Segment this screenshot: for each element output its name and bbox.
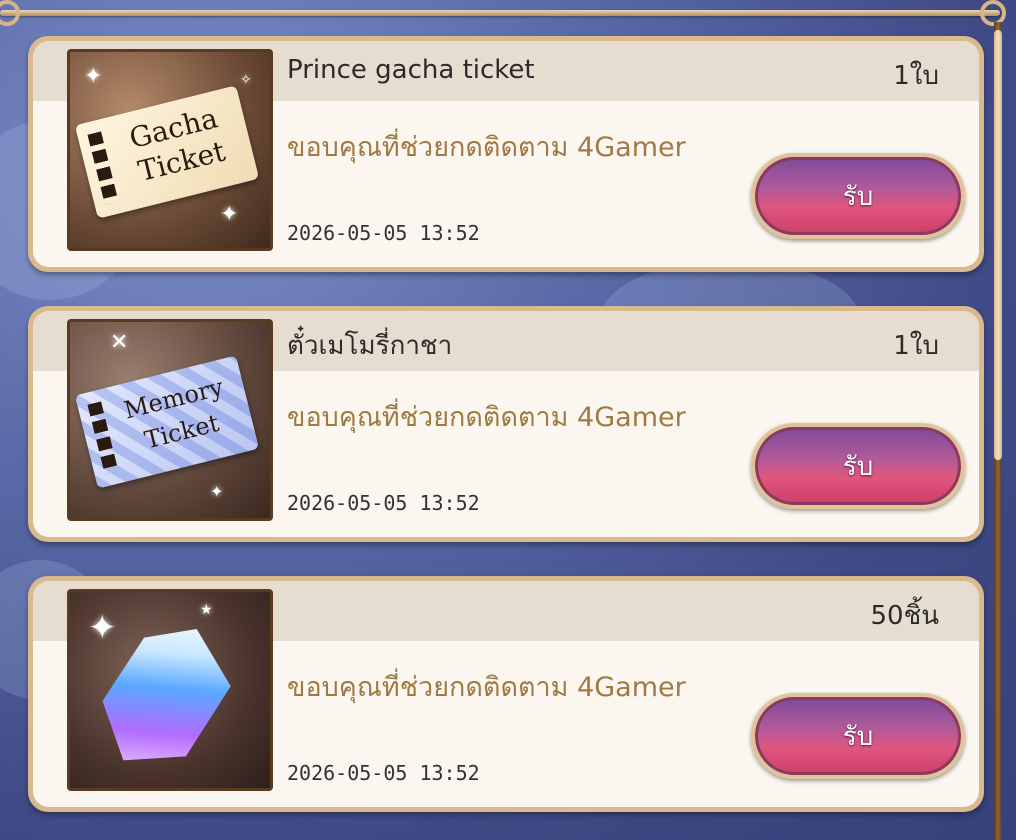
sparkle-icon: ✦	[88, 608, 117, 648]
sparkle-icon: ✧	[240, 72, 252, 88]
reward-card: ✦ ✦ ✧ Gacha Ticket Prince gacha ticket 1…	[28, 36, 984, 272]
sparkle-icon: ✦	[220, 202, 239, 227]
sparkle-icon: ★	[200, 602, 213, 618]
reward-card-body: ✕ ✦ Memory Ticket ตั๋วเมโมรี่กาชา 1ใบ ขอ…	[33, 311, 979, 537]
reward-date: 2026-05-05 13:52	[287, 491, 480, 515]
reward-thumbnail: ✦ ★	[67, 589, 273, 791]
scrollbar-thumb[interactable]	[994, 30, 1002, 460]
reward-message: ขอบคุณที่ช่วยกดติดตาม 4Gamer	[287, 402, 686, 433]
receive-button[interactable]: รับ	[751, 153, 965, 239]
reward-quantity: 1ใบ	[893, 331, 939, 361]
receive-button-label: รับ	[842, 451, 874, 482]
reward-card: ✦ ★ 50ชิ้น ขอบคุณที่ช่วยกดติดตาม 4Gamer …	[28, 576, 984, 812]
reward-card-body: ✦ ★ 50ชิ้น ขอบคุณที่ช่วยกดติดตาม 4Gamer …	[33, 581, 979, 807]
top-rail-ornament	[0, 10, 1000, 16]
curl-ornament-icon	[980, 0, 1006, 26]
reward-thumbnail: ✕ ✦ Memory Ticket	[67, 319, 273, 521]
reward-title: Prince gacha ticket	[287, 55, 535, 85]
receive-button[interactable]: รับ	[751, 423, 965, 509]
sparkle-icon: ✕	[110, 330, 129, 355]
reward-title: ตั๋วเมโมรี่กาชา	[287, 331, 453, 361]
reward-thumbnail: ✦ ✦ ✧ Gacha Ticket	[67, 49, 273, 251]
sparkle-icon: ✦	[84, 64, 103, 89]
receive-button-label: รับ	[842, 721, 874, 752]
sparkle-icon: ✦	[210, 482, 224, 501]
reward-message: ขอบคุณที่ช่วยกดติดตาม 4Gamer	[287, 672, 686, 703]
reward-quantity: 1ใบ	[893, 61, 939, 91]
reward-card: ✕ ✦ Memory Ticket ตั๋วเมโมรี่กาชา 1ใบ ขอ…	[28, 306, 984, 542]
reward-date: 2026-05-05 13:52	[287, 761, 480, 785]
reward-date: 2026-05-05 13:52	[287, 221, 480, 245]
reward-card-body: ✦ ✦ ✧ Gacha Ticket Prince gacha ticket 1…	[33, 41, 979, 267]
reward-message: ขอบคุณที่ช่วยกดติดตาม 4Gamer	[287, 132, 686, 163]
reward-quantity: 50ชิ้น	[870, 601, 939, 631]
gacha-ticket-icon: Gacha Ticket	[74, 85, 260, 219]
receive-button[interactable]: รับ	[751, 693, 965, 779]
receive-button-label: รับ	[842, 181, 874, 212]
curl-ornament-icon	[0, 0, 20, 26]
memory-ticket-icon: Memory Ticket	[74, 355, 260, 489]
